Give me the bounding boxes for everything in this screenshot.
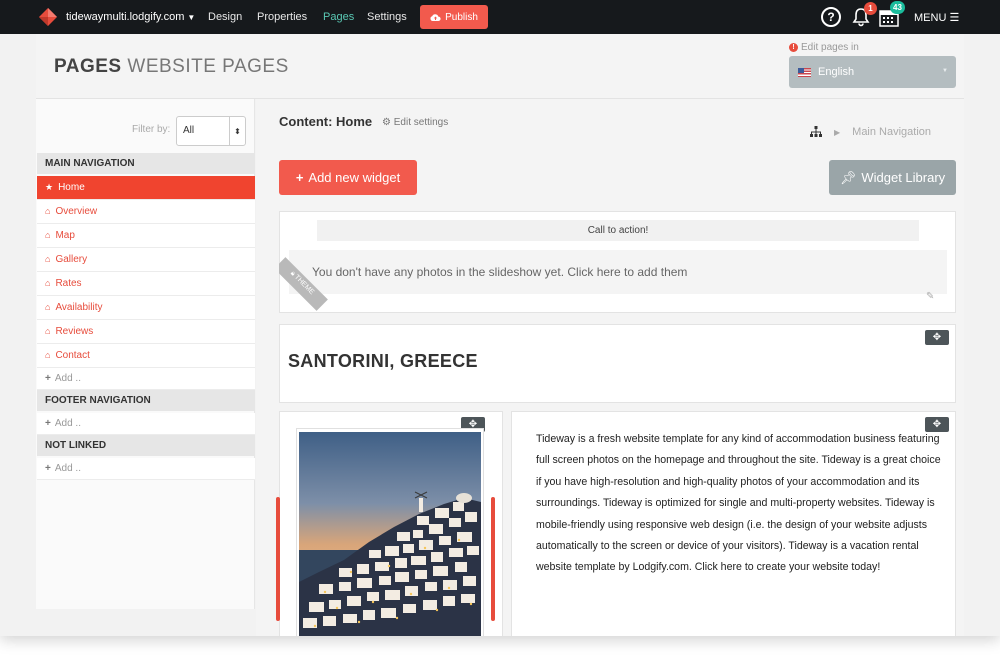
sidebar-item-reviews[interactable]: ⌂ Reviews xyxy=(37,320,255,344)
info-icon: ! xyxy=(789,43,798,52)
add-widget-button[interactable]: + Add new widget xyxy=(279,160,417,195)
add-not-linked-button[interactable]: + Add .. xyxy=(37,458,255,480)
page-title-bold: PAGES xyxy=(54,56,122,77)
nav-settings[interactable]: Settings xyxy=(367,11,407,23)
sidebar-item-label: Map xyxy=(55,230,75,241)
call-to-action-label[interactable]: Call to action! xyxy=(317,220,919,241)
breadcrumb-arrow-icon: ▶ xyxy=(834,127,841,137)
filter-select[interactable]: All ⬍ xyxy=(176,116,246,146)
pages-sidebar: Filter by: All ⬍ MAIN NAVIGATION ★ Home ⌂… xyxy=(36,99,255,609)
us-flag-icon xyxy=(798,67,811,77)
pin-icon: 📌︎ xyxy=(839,169,857,185)
sidebar-item-label: Gallery xyxy=(55,254,88,265)
sidebar-item-gallery[interactable]: ⌂ Gallery xyxy=(37,248,255,272)
breadcrumb-label[interactable]: Main Navigation xyxy=(852,126,931,138)
add-main-nav-button[interactable]: + Add .. xyxy=(37,368,255,390)
home-icon: ⌂ xyxy=(45,230,51,240)
sidebar-item-label: Contact xyxy=(55,350,90,361)
notification-badge: 1 xyxy=(864,2,877,15)
sidebar-item-availability[interactable]: ⌂ Availability xyxy=(37,296,255,320)
nav-design[interactable]: Design xyxy=(208,11,242,23)
page-header: PAGES WEBSITE PAGES ! Edit pages in Engli… xyxy=(36,34,964,99)
page-title-light: WEBSITE PAGES xyxy=(127,56,289,77)
pencil-icon[interactable]: ✎ xyxy=(926,291,934,302)
chevron-down-icon: ▼ xyxy=(942,68,948,74)
publish-button[interactable]: Publish xyxy=(420,5,488,29)
plus-icon: + xyxy=(45,463,51,474)
sidebar-item-map[interactable]: ⌂ Map xyxy=(37,224,255,248)
breadcrumb: ▶ Main Navigation xyxy=(810,126,931,138)
home-icon: ⌂ xyxy=(45,278,51,288)
chevron-down-icon: ▼ xyxy=(187,13,196,22)
edit-settings-label: Edit settings xyxy=(393,117,449,128)
widget-body-text: Tideway is a fresh website template for … xyxy=(536,433,941,574)
add-label: Add .. xyxy=(54,418,81,429)
page-title: PAGES WEBSITE PAGES xyxy=(54,56,289,78)
add-label: Add .. xyxy=(54,373,81,384)
theme-label: THEME xyxy=(292,273,316,297)
edit-in-label: ! Edit pages in xyxy=(789,42,859,53)
sidebar-item-contact[interactable]: ⌂ Contact xyxy=(37,344,255,368)
sidebar-item-overview[interactable]: ⌂ Overview xyxy=(37,200,255,224)
site-name: tidewaymulti.lodgify.com xyxy=(66,11,185,23)
add-label: Add .. xyxy=(54,463,81,474)
language-select[interactable]: English ▼ xyxy=(789,56,956,88)
sidebar-item-label: Rates xyxy=(55,278,82,289)
top-navbar: tidewaymulti.lodgify.com ▼ Design Propert… xyxy=(0,0,1000,34)
sidebar-item-label: Home xyxy=(58,182,85,193)
plus-icon: + xyxy=(45,418,51,429)
menu-button[interactable]: MENU ☰ xyxy=(914,11,959,24)
star-icon: ★ xyxy=(45,182,54,192)
site-selector[interactable]: tidewaymulti.lodgify.com ▼ xyxy=(66,11,195,23)
resize-handle-left[interactable] xyxy=(276,497,280,621)
publish-label: Publish xyxy=(445,11,478,23)
app-window: tidewaymulti.lodgify.com ▼ Design Propert… xyxy=(0,0,1000,636)
santorini-photo[interactable] xyxy=(299,432,481,636)
add-footer-nav-button[interactable]: + Add .. xyxy=(37,413,255,435)
language-value: English xyxy=(818,66,855,78)
nav-pages[interactable]: Pages xyxy=(323,11,354,23)
gear-icon: ⚙ xyxy=(382,117,391,128)
sidebar-item-home[interactable]: ★ Home xyxy=(37,176,255,200)
filter-value: All xyxy=(183,125,195,136)
menu-label: MENU xyxy=(914,12,947,24)
widget-heading: SANTORINI, GREECE xyxy=(288,351,478,371)
main-nav-heading: MAIN NAVIGATION xyxy=(37,153,255,174)
edit-settings-link[interactable]: ⚙ Edit settings xyxy=(382,117,448,128)
filter-label: Filter by: xyxy=(132,124,171,135)
select-arrows-icon: ⬍ xyxy=(229,117,245,145)
home-icon: ⌂ xyxy=(45,206,51,216)
lodgify-logo-icon[interactable] xyxy=(38,7,58,27)
home-icon: ⌂ xyxy=(45,326,51,336)
theme-ribbon: 🔒︎ THEME xyxy=(279,257,328,311)
widget-library-button[interactable]: 📌︎ Widget Library xyxy=(829,160,956,195)
content-title: Content: Home xyxy=(279,114,373,129)
plus-icon: + xyxy=(45,373,51,384)
sidebar-item-label: Reviews xyxy=(55,326,94,337)
sidebar-item-label: Availability xyxy=(55,302,103,313)
footer-nav-heading: FOOTER NAVIGATION xyxy=(37,390,255,411)
home-icon: ⌂ xyxy=(45,254,51,264)
calendar-badge: 43 xyxy=(890,1,905,14)
sidebar-item-label: Overview xyxy=(55,206,98,217)
sidebar-item-rates[interactable]: ⌂ Rates xyxy=(37,272,255,296)
hamburger-icon: ☰ xyxy=(949,12,960,24)
plus-icon: + xyxy=(295,170,304,185)
nav-properties[interactable]: Properties xyxy=(257,11,307,23)
help-icon[interactable]: ? xyxy=(821,7,841,27)
slideshow-placeholder[interactable]: You don't have any photos in the slidesh… xyxy=(289,250,947,294)
home-icon: ⌂ xyxy=(45,350,51,360)
widget-library-label: Widget Library xyxy=(861,170,946,185)
theme-ribbon-clip: 🔒︎ THEME xyxy=(279,211,339,313)
not-linked-heading: NOT LINKED xyxy=(37,435,255,456)
cloud-upload-icon xyxy=(430,13,441,21)
home-icon: ⌂ xyxy=(45,302,51,312)
sitemap-icon xyxy=(810,126,822,137)
edit-in-text: Edit pages in xyxy=(801,42,859,53)
move-icon[interactable]: ✥ xyxy=(925,330,949,345)
add-widget-label: Add new widget xyxy=(308,170,401,185)
resize-handle-right[interactable] xyxy=(491,497,495,621)
